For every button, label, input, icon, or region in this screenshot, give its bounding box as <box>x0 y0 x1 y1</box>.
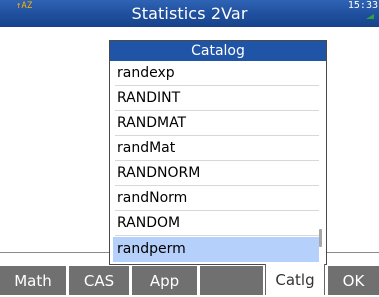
blank-softkey[interactable] <box>200 266 263 295</box>
catalog-scrollbar[interactable] <box>319 229 322 247</box>
catalog-item-randmat[interactable]: randMat <box>113 136 319 161</box>
catalog-item-randnorm-upper[interactable]: RANDNORM <box>113 161 319 186</box>
catalog-item-randexp[interactable]: randexp <box>113 61 319 86</box>
battery-icon <box>366 14 374 19</box>
catalog-item-randint[interactable]: RANDINT <box>113 86 319 111</box>
clock-time: 15:33 <box>347 0 378 11</box>
catalog-item-random[interactable]: RANDOM <box>113 211 319 236</box>
softkey-bar: Math CAS App Catlg OK <box>0 264 379 295</box>
catalog-title: Catalog <box>110 41 326 61</box>
catalog-item-randnorm[interactable]: randNorm <box>113 186 319 211</box>
catalog-item-randmat-upper[interactable]: RANDMAT <box>113 111 319 136</box>
title-bar: ↑AZ Statistics 2Var 15:33 <box>0 0 379 27</box>
cas-softkey[interactable]: CAS <box>69 266 129 295</box>
math-softkey[interactable]: Math <box>0 266 66 295</box>
catlg-softkey[interactable]: Catlg <box>265 264 325 295</box>
catalog-item-randperm-selected[interactable]: randperm <box>113 237 319 262</box>
catalog-popup: Catalog randexp RANDINT RANDMAT randMat … <box>109 40 327 265</box>
app-title: Statistics 2Var <box>131 4 248 23</box>
catalog-list[interactable]: randexp RANDINT RANDMAT randMat RANDNORM… <box>110 61 326 265</box>
ok-softkey[interactable]: OK <box>328 266 379 295</box>
app-softkey[interactable]: App <box>132 266 197 295</box>
